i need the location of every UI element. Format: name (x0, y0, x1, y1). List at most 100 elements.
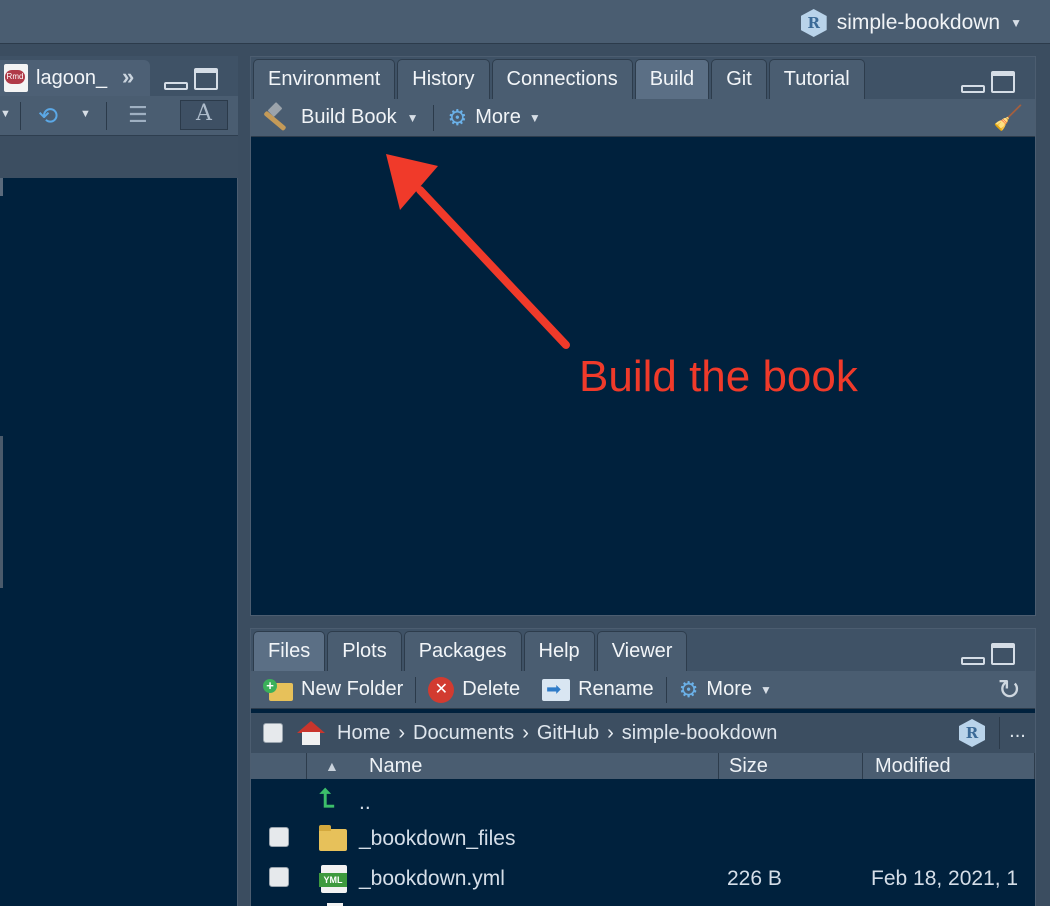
row-checkbox[interactable] (269, 867, 289, 887)
name-column-header[interactable]: ▲ Name (307, 753, 719, 779)
delete-label: Delete (462, 678, 521, 700)
minimize-icon[interactable] (164, 82, 188, 90)
chevron-down-icon[interactable]: ▼ (407, 111, 419, 125)
file-table-header: ▲ Name Size Modified (251, 753, 1035, 779)
hammer-icon (263, 101, 293, 132)
files-toolbar: + New Folder ✕ Delete Rename ⚙ More ▼ ↻ (251, 671, 1035, 709)
r-project-icon[interactable]: R (959, 719, 985, 747)
maximize-icon[interactable] (991, 71, 1015, 93)
sync-icon[interactable]: ⟲ (38, 102, 58, 131)
maximize-icon[interactable] (991, 643, 1015, 665)
toolbar-separator (106, 102, 107, 130)
breadcrumb-documents[interactable]: Documents (413, 722, 514, 745)
up-arrow-icon: ⮤ (319, 783, 335, 813)
tab-connections[interactable]: Connections (491, 59, 633, 99)
toolbar-separator (415, 676, 417, 703)
annotation-text: Build the book (579, 352, 858, 401)
tab-files[interactable]: Files (253, 631, 326, 671)
outline-icon[interactable]: ☰ (128, 102, 148, 128)
tab-tutorial[interactable]: Tutorial (768, 59, 865, 99)
gear-icon: ⚙ (678, 676, 699, 702)
file-modified: Feb 18, 2021, 1 (871, 867, 1019, 890)
project-bar: R simple-bookdown ▼ (0, 0, 1050, 44)
source-pane: lagoon_ » ▼ ⟲ ▼ ☰ A (0, 56, 238, 906)
file-row[interactable]: _bookdown_files (251, 821, 1035, 861)
file-row-parent[interactable]: ⮤ .. (251, 781, 1035, 821)
delete-icon: ✕ (428, 676, 455, 703)
visual-editor-icon[interactable]: A (180, 100, 228, 130)
project-name: simple-bookdown (836, 11, 1001, 34)
source-tabbar: lagoon_ » (0, 56, 238, 96)
files-more-button[interactable]: ⚙ More ▼ (679, 677, 772, 703)
rename-label: Rename (578, 678, 654, 700)
chevron-right-icon: › (398, 721, 406, 744)
files-tabbar: Files Plots Packages Help Viewer (251, 629, 1035, 671)
new-folder-label: New Folder (301, 678, 404, 700)
breadcrumb-github[interactable]: GitHub (537, 722, 599, 745)
breadcrumb-project[interactable]: simple-bookdown (622, 722, 778, 745)
source-subbar (0, 136, 238, 178)
checkbox-column-header (251, 753, 307, 779)
source-toolbar: ▼ ⟲ ▼ ☰ A (0, 96, 238, 136)
chevron-right-icon: › (607, 721, 614, 744)
toolbar-separator (665, 676, 667, 703)
tab-help[interactable]: Help (523, 631, 595, 671)
chevron-down-icon: ▼ (760, 682, 772, 697)
tab-git[interactable]: Git (711, 59, 767, 99)
rename-button[interactable]: Rename (542, 678, 654, 701)
size-column-header[interactable]: Size (719, 753, 863, 779)
new-folder-button[interactable]: + New Folder (263, 678, 403, 701)
more-path-button[interactable]: ... (999, 717, 1035, 749)
modified-column-header[interactable]: Modified (863, 753, 1035, 779)
broom-icon[interactable]: 🧹 (993, 104, 1023, 133)
more-tabs-icon[interactable]: » (122, 64, 134, 90)
toolbar-separator (20, 102, 21, 130)
sort-ascending-icon: ▲ (325, 758, 339, 774)
source-tab-label: lagoon_ (36, 66, 108, 89)
file-name[interactable]: .. (359, 791, 371, 815)
home-icon[interactable] (297, 721, 325, 745)
editor-gutter (0, 178, 3, 196)
delete-button[interactable]: ✕ Delete (428, 676, 521, 703)
chevron-down-icon[interactable]: ▼ (80, 108, 91, 120)
editor-gutter (0, 436, 3, 588)
build-window-controls (961, 71, 1015, 93)
row-checkbox[interactable] (269, 827, 289, 847)
refresh-icon[interactable]: ↻ (998, 673, 1021, 706)
files-pane: Files Plots Packages Help Viewer + New F… (250, 628, 1036, 906)
rename-icon (542, 678, 571, 701)
chevron-right-icon: › (522, 721, 529, 744)
build-pane: Environment History Connections Build Gi… (250, 56, 1036, 616)
tab-build[interactable]: Build (634, 59, 710, 99)
build-book-button[interactable]: Build Book (263, 101, 397, 132)
minimize-icon[interactable] (961, 85, 985, 93)
source-window-controls (164, 68, 218, 90)
breadcrumb: Home › Documents › GitHub › simple-bookd… (251, 713, 1035, 753)
file-row[interactable]: _bookdown.yml 226 B Feb 18, 2021, 1 (251, 861, 1035, 901)
maximize-icon[interactable] (194, 68, 218, 90)
build-tabbar: Environment History Connections Build Gi… (251, 57, 1035, 99)
build-toolbar: Build Book ▼ ⚙ More ▼ 🧹 (251, 99, 1035, 137)
minimize-icon[interactable] (961, 657, 985, 665)
chevron-down-icon[interactable]: ▼ (0, 108, 11, 120)
tab-environment[interactable]: Environment (253, 59, 396, 99)
tab-packages[interactable]: Packages (403, 631, 522, 671)
tab-viewer[interactable]: Viewer (596, 631, 688, 671)
yml-file-icon (319, 865, 347, 893)
folder-icon (319, 825, 347, 851)
file-name[interactable]: _bookdown.yml (359, 867, 505, 891)
file-name[interactable]: _bookdown_files (359, 827, 515, 851)
tab-history[interactable]: History (397, 59, 490, 99)
select-all-checkbox[interactable] (263, 723, 283, 743)
build-book-label: Build Book (301, 106, 397, 128)
rmd-file-icon (4, 64, 28, 92)
gear-icon: ⚙ (447, 104, 468, 130)
file-size: 226 B (727, 867, 782, 890)
more-button[interactable]: ⚙ More ▼ (448, 105, 541, 131)
toolbar-separator (432, 104, 434, 131)
breadcrumb-home[interactable]: Home (337, 722, 390, 745)
tab-plots[interactable]: Plots (327, 631, 402, 671)
project-menu[interactable]: R simple-bookdown ▼ (800, 9, 1022, 37)
new-folder-icon: + (263, 678, 293, 701)
files-window-controls (961, 643, 1015, 665)
